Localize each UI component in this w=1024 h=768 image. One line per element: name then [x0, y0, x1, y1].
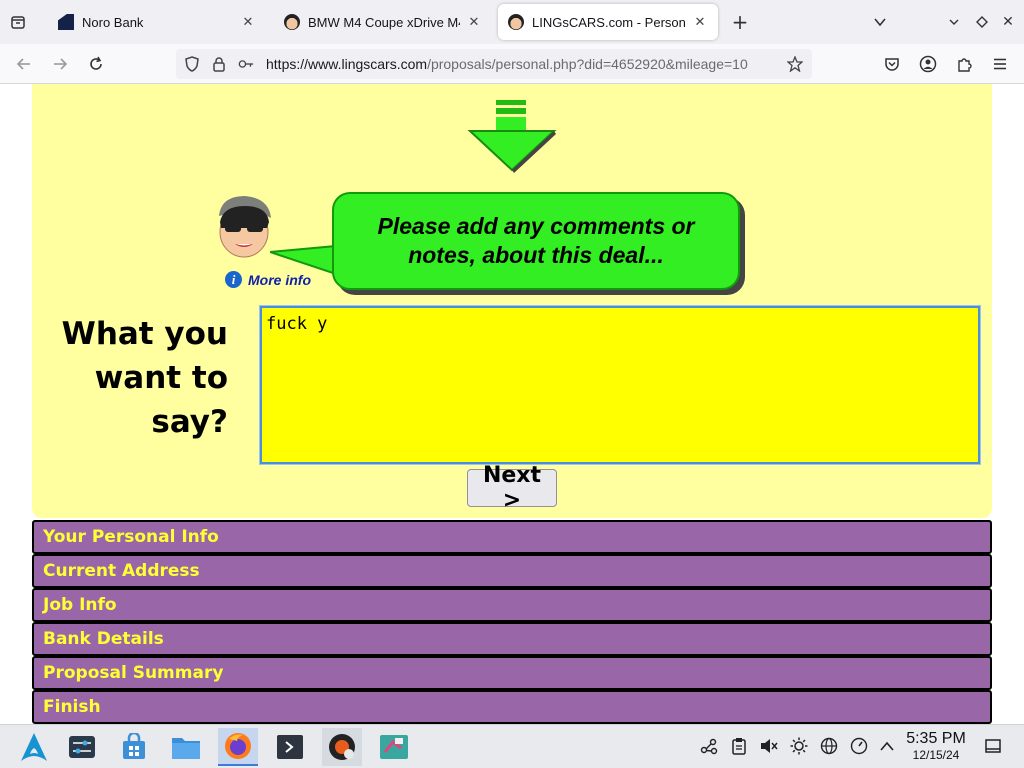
terminal-icon[interactable]: [270, 728, 310, 766]
next-button[interactable]: Next >: [467, 463, 557, 513]
section-proposal-summary[interactable]: Proposal Summary: [32, 656, 992, 690]
tab-title: BMW M4 Coupe xDrive M4: [308, 14, 460, 30]
tab-lingscars-personal[interactable]: LINGsCARS.com - Persona ✕: [498, 4, 718, 40]
list-all-tabs-icon[interactable]: [870, 12, 890, 32]
section-your-personal-info[interactable]: Your Personal Info: [32, 520, 992, 554]
minimize-window-icon[interactable]: [944, 12, 964, 32]
section-finish[interactable]: Finish: [32, 690, 992, 724]
ling-avatar-image: [219, 196, 271, 258]
comment-question-label: What you want to say?: [61, 316, 228, 440]
taskbar-clock[interactable]: 5:35 PM 12/15/24: [900, 730, 972, 763]
tab-overview-icon[interactable]: [8, 12, 28, 32]
extensions-puzzle-icon[interactable]: [953, 53, 975, 75]
kicad-icon[interactable]: [374, 728, 414, 766]
close-tab-icon[interactable]: ✕: [692, 14, 708, 30]
system-settings-icon[interactable]: [62, 728, 102, 766]
url-host: https://www.lingscars.com: [266, 56, 428, 72]
speech-bubble-tail: [270, 244, 337, 276]
section-bank-details[interactable]: Bank Details: [32, 622, 992, 656]
firefox-taskbar-icon[interactable]: [218, 728, 258, 766]
url-path: /proposals/personal.php?did=4652920&mile…: [427, 56, 748, 72]
close-tab-icon[interactable]: ✕: [466, 14, 482, 30]
app-menu-hamburger-icon[interactable]: [989, 53, 1011, 75]
address-bar[interactable]: https://www.lingscars.com/proposals/pers…: [176, 49, 812, 79]
lingscars-face-icon: [284, 14, 300, 30]
network-share-icon[interactable]: [700, 737, 718, 755]
volume-muted-icon[interactable]: [760, 737, 778, 755]
speech-bubble-text: Please add any comments or notes, about …: [377, 213, 695, 268]
down-arrow-graphic: [467, 100, 557, 173]
network-globe-icon[interactable]: [820, 737, 838, 755]
show-hidden-tray-icon[interactable]: [878, 737, 896, 755]
pocket-icon[interactable]: [881, 53, 903, 75]
system-monitor-gauge-icon[interactable]: [850, 737, 868, 755]
tracking-protection-shield-icon[interactable]: [184, 56, 200, 72]
account-icon[interactable]: [917, 53, 939, 75]
back-button[interactable]: [13, 53, 35, 75]
clock-date: 12/15/24: [912, 748, 960, 762]
url-text[interactable]: https://www.lingscars.com/proposals/pers…: [266, 56, 778, 72]
show-desktop-icon[interactable]: [984, 737, 1002, 755]
section-current-address[interactable]: Current Address: [32, 554, 992, 588]
tab-title: Noro Bank: [82, 14, 144, 30]
comments-textarea[interactable]: [259, 305, 981, 465]
new-tab-button[interactable]: +: [730, 10, 750, 34]
section-job-info[interactable]: Job Info: [32, 588, 992, 622]
forward-button[interactable]: [49, 53, 71, 75]
arch-launcher-icon[interactable]: [14, 728, 54, 766]
page-viewport: i More info Please add any comments or n…: [0, 84, 1024, 724]
comments-panel: i More info Please add any comments or n…: [32, 84, 992, 518]
brightness-icon[interactable]: [790, 737, 808, 755]
tab-bmw-m4[interactable]: BMW M4 Coupe xDrive M4 ✕: [274, 4, 492, 40]
speech-bubble: Please add any comments or notes, about …: [332, 192, 740, 290]
desktop-taskbar: 5:35 PM 12/15/24: [0, 724, 1024, 768]
bank-logo-icon: [58, 14, 74, 30]
close-tab-icon[interactable]: ✕: [240, 14, 256, 30]
obs-studio-icon[interactable]: [322, 728, 362, 766]
bookmark-star-icon[interactable]: [787, 56, 803, 72]
file-manager-icon[interactable]: [166, 728, 206, 766]
tab-noro-bank[interactable]: Noro Bank ✕: [48, 4, 266, 40]
clock-time: 5:35 PM: [906, 730, 966, 747]
tab-title: LINGsCARS.com - Persona: [532, 14, 686, 30]
navigation-bar: https://www.lingscars.com/proposals/pers…: [0, 44, 1024, 84]
reload-button[interactable]: [85, 53, 107, 75]
maximize-window-icon[interactable]: [972, 12, 992, 32]
software-store-icon[interactable]: [114, 728, 154, 766]
close-window-icon[interactable]: ✕: [998, 12, 1018, 32]
tab-strip: Noro Bank ✕ BMW M4 Coupe xDrive M4 ✕ LIN…: [0, 0, 1024, 44]
lingscars-face-icon: [508, 14, 524, 30]
clipboard-icon[interactable]: [730, 737, 748, 755]
padlock-icon[interactable]: [211, 56, 227, 72]
info-icon: i: [225, 271, 242, 288]
permissions-key-icon[interactable]: [238, 56, 254, 72]
